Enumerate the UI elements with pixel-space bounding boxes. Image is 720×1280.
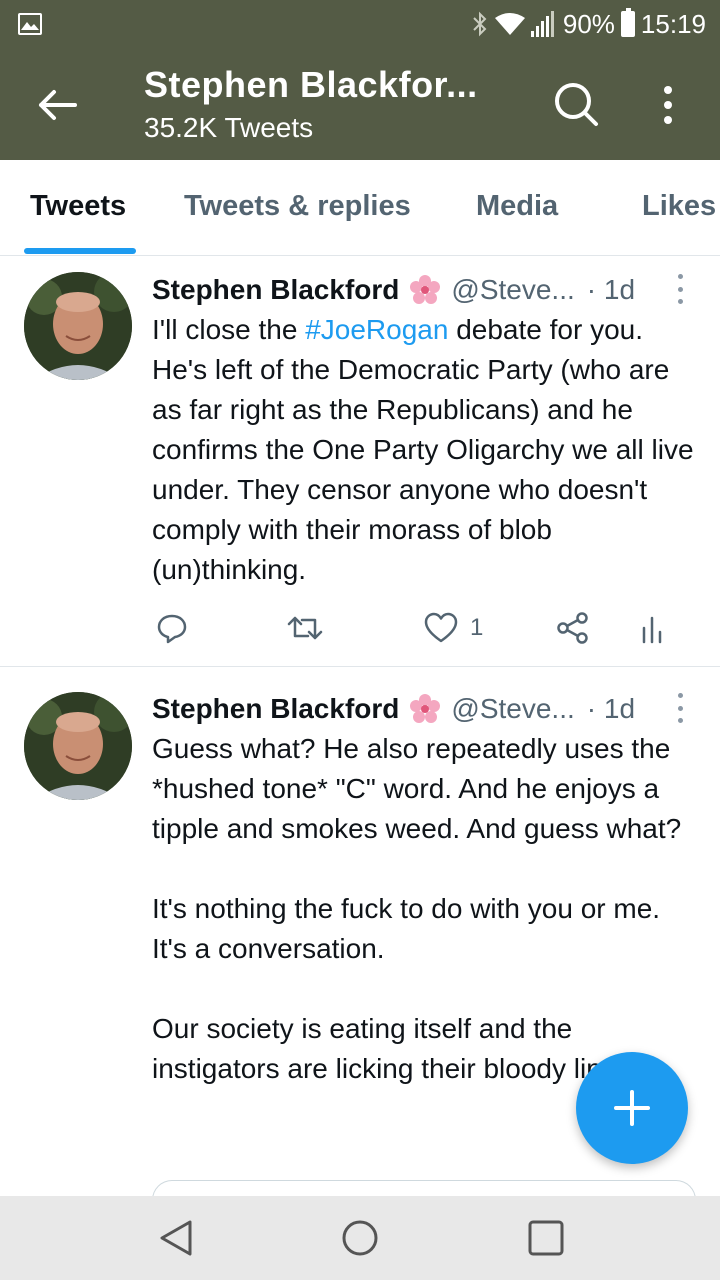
- reply-button[interactable]: [156, 608, 188, 648]
- tab-media[interactable]: Media: [476, 190, 558, 223]
- top-bar: 90% 15:19 Stephen Blackfor... 35.2K Twee…: [0, 0, 720, 160]
- profile-tabs: Tweets Tweets & replies Media Likes: [0, 160, 720, 256]
- clock: 15:19: [640, 8, 706, 39]
- page-title: Stephen Blackfor...: [144, 64, 478, 105]
- recents-square-icon[interactable]: [524, 1216, 568, 1260]
- more-vertical-icon[interactable]: [650, 80, 686, 130]
- bluetooth-icon: [473, 11, 487, 37]
- search-icon: [555, 83, 598, 126]
- retweet-button[interactable]: [286, 608, 324, 648]
- status-bar: 90% 15:19: [0, 0, 720, 48]
- tweet-time[interactable]: · 1d: [587, 274, 635, 306]
- system-nav-bar: [0, 1196, 720, 1280]
- cherry-blossom-icon: [410, 694, 441, 723]
- back-button[interactable]: [32, 80, 82, 130]
- share-button[interactable]: [556, 608, 590, 648]
- tweet-menu-icon[interactable]: [674, 274, 686, 304]
- home-circle-icon[interactable]: [338, 1216, 382, 1260]
- tweet-text: I'll close the #JoeRogan debate for you.…: [152, 314, 694, 585]
- avatar[interactable]: [24, 692, 132, 800]
- back-triangle-icon[interactable]: [154, 1216, 198, 1260]
- search-button[interactable]: [550, 78, 602, 130]
- tweet-header: Stephen Blackford @Steve... · 1d: [152, 272, 635, 308]
- tweet-menu-icon[interactable]: [674, 693, 686, 723]
- profile-header: Stephen Blackfor... 35.2K Tweets: [0, 48, 720, 160]
- reply-icon: [157, 614, 187, 644]
- tweet-actions: 1: [152, 608, 692, 648]
- author-name[interactable]: Stephen Blackford: [152, 274, 399, 306]
- tweet-text: Guess what? He also repeatedly uses the …: [152, 729, 700, 1089]
- active-tab-indicator: [24, 248, 136, 254]
- gallery-icon: [18, 13, 42, 35]
- avatar[interactable]: [24, 272, 132, 380]
- heart-icon: [424, 612, 458, 643]
- retweet-icon: [287, 616, 323, 640]
- tweet-time[interactable]: · 1d: [587, 693, 635, 725]
- tab-likes[interactable]: Likes: [642, 190, 716, 223]
- battery-icon: [620, 8, 635, 37]
- analytics-button[interactable]: [640, 608, 664, 648]
- cherry-blossom-icon: [410, 275, 441, 304]
- status-right: 90% 15:19: [471, 8, 706, 40]
- like-count: 1: [470, 614, 484, 641]
- battery-percent: 90%: [562, 8, 615, 39]
- arrow-left-icon: [39, 90, 77, 120]
- author-name[interactable]: Stephen Blackford: [152, 693, 399, 725]
- tweet-divider: [0, 666, 720, 667]
- share-icon: [557, 612, 588, 644]
- tab-tweets-and-replies[interactable]: Tweets & replies: [184, 190, 411, 223]
- compose-tweet-button[interactable]: [576, 1052, 688, 1164]
- tab-tweets[interactable]: Tweets: [30, 190, 126, 223]
- hashtag-link[interactable]: #JoeRogan: [305, 314, 448, 345]
- tweet-paragraph: It's nothing the fuck to do with you or …: [152, 893, 661, 964]
- tweet-count: 35.2K Tweets: [144, 112, 314, 143]
- like-button[interactable]: 1: [424, 608, 483, 648]
- tweet-header: Stephen Blackford @Steve... · 1d: [152, 691, 635, 727]
- author-handle[interactable]: @Steve...: [451, 693, 574, 725]
- signal-icon: [530, 11, 554, 37]
- author-handle[interactable]: @Steve...: [451, 274, 574, 306]
- tweet-paragraph: Guess what? He also repeatedly uses the …: [152, 733, 682, 844]
- analytics-icon: [642, 616, 662, 644]
- plus-icon: [614, 1090, 650, 1126]
- wifi-icon: [494, 13, 525, 35]
